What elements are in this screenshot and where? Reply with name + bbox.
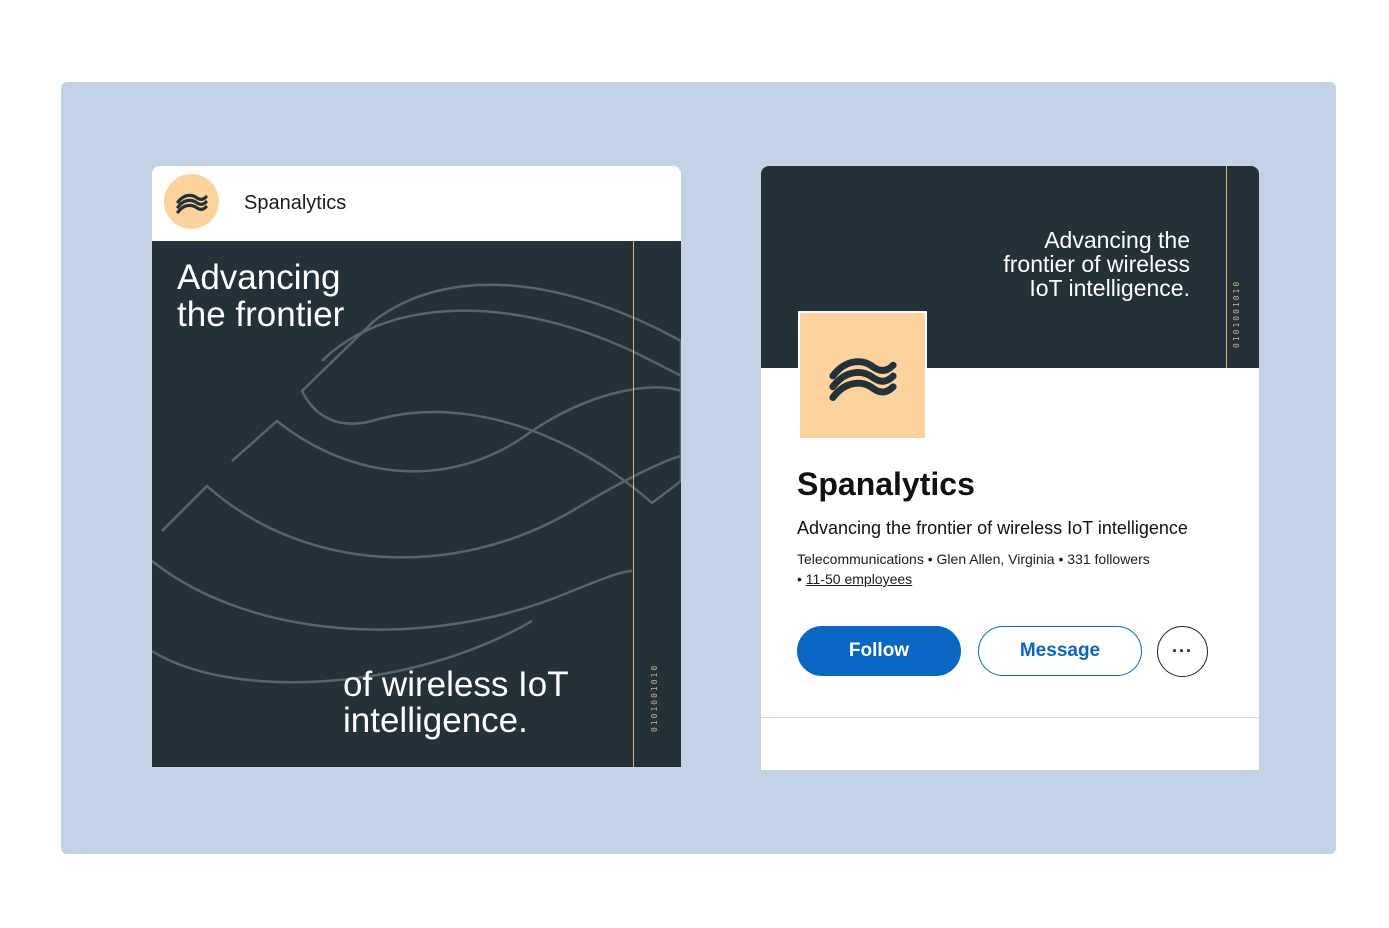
company-profile-card: Advancing the frontier of wireless IoT i… — [761, 166, 1259, 770]
social-post-card: Spanalytics Advancing the frontier of wi… — [152, 166, 681, 767]
post-header: Spanalytics — [152, 166, 681, 241]
company-name: Spanalytics — [797, 466, 975, 502]
post-image: Advancing the frontier of wireless IoT i… — [152, 241, 681, 767]
employees-link[interactable]: 11-50 employees — [806, 571, 912, 587]
location-text: Glen Allen, Virginia — [936, 551, 1055, 567]
divider — [761, 717, 1259, 718]
follow-button[interactable]: Follow — [797, 626, 961, 676]
spanalytics-logo-icon — [828, 357, 897, 401]
company-meta: Telecommunications • Glen Allen, Virgini… — [797, 551, 1150, 587]
post-image-tagline: of wireless IoT intelligence. — [343, 665, 569, 740]
followers-count: 331 followers — [1067, 551, 1150, 567]
post-image-headline: Advancing the frontier — [177, 258, 345, 334]
more-options-icon[interactable]: ··· — [1157, 626, 1208, 677]
accent-line — [1226, 166, 1227, 368]
spanalytics-logo-icon — [175, 193, 208, 214]
binary-code-text: 0101001010 — [650, 663, 659, 732]
message-button[interactable]: Message — [978, 626, 1142, 676]
avatar[interactable] — [164, 174, 219, 229]
company-logo[interactable] — [798, 311, 927, 440]
post-author-name[interactable]: Spanalytics — [244, 192, 346, 215]
binary-code-text: 0101001010 — [1232, 279, 1241, 348]
cover-headline: Advancing the frontier of wireless IoT i… — [1003, 227, 1190, 301]
industry-text: Telecommunications — [797, 551, 924, 567]
company-headline: Advancing the frontier of wireless IoT i… — [797, 518, 1188, 538]
accent-line — [633, 241, 634, 767]
